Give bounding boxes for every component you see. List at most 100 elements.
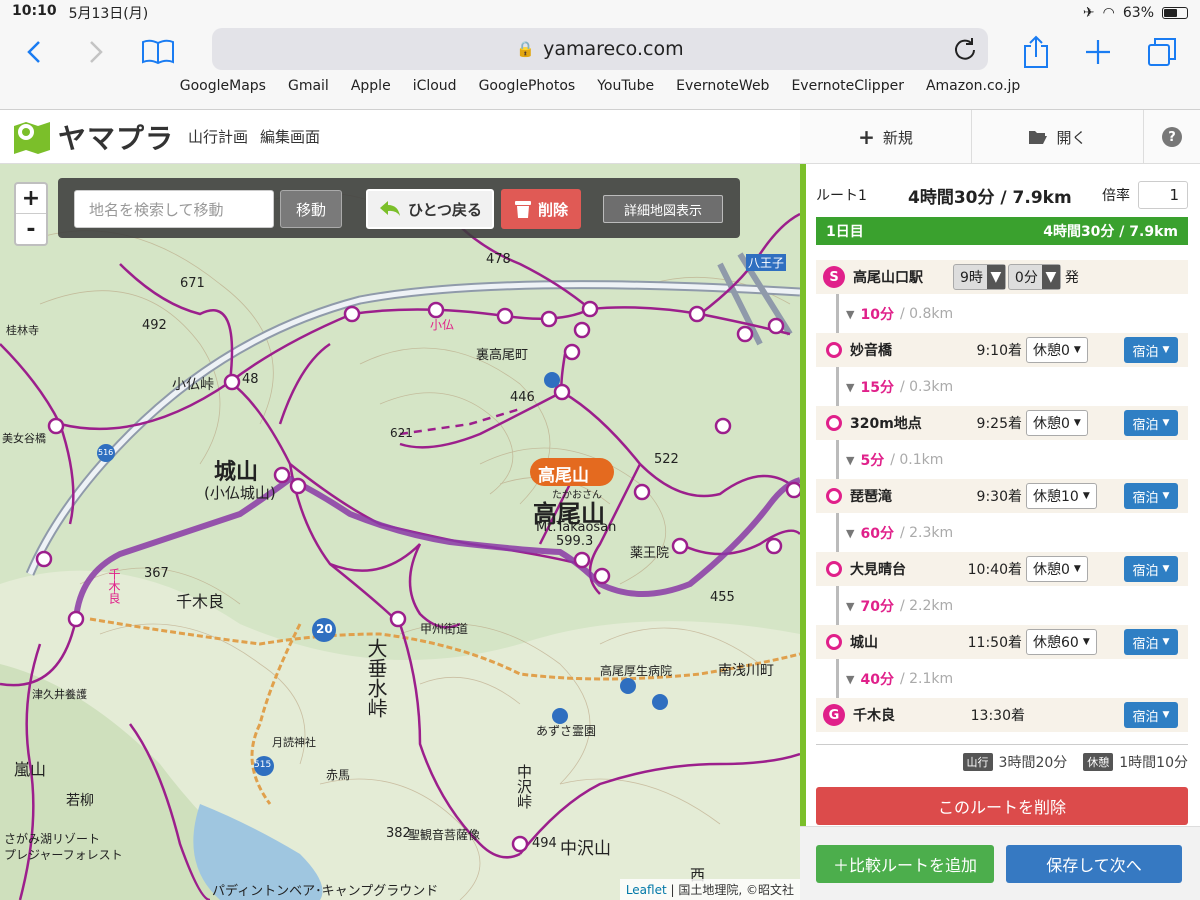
wifi-icon: ◠	[1102, 5, 1115, 21]
triangle-down-icon: ▼	[846, 599, 855, 613]
start-hour-select[interactable]: 9時 ▼	[953, 264, 1006, 290]
waypoint-name: 320m地点	[850, 416, 922, 432]
delete-label: 削除	[537, 200, 568, 219]
back-button[interactable]	[14, 34, 54, 70]
reload-icon[interactable]	[952, 36, 978, 62]
tabs-button[interactable]	[1142, 34, 1182, 70]
stay-label: 宿泊	[1132, 417, 1159, 433]
segment-distance: / 0.1km	[890, 452, 944, 468]
segment-duration: 70分	[860, 599, 894, 615]
stay-button[interactable]: 宿泊 ▼	[1124, 337, 1178, 363]
triangle-down-icon: ▼	[846, 453, 855, 467]
open-label: 開く	[1056, 128, 1087, 147]
caret-down-icon: ▼	[1082, 637, 1090, 647]
waypoint-time: 9:30着	[976, 489, 1022, 505]
share-button[interactable]	[1016, 34, 1056, 70]
map-view[interactable]: 高尾山 たかおさん 高尾山 Mt.Takaosan 599.3 城山 (小仏城山…	[0, 164, 800, 900]
waypoint-marker	[826, 561, 842, 577]
goal-time: 13:30着	[970, 708, 1025, 724]
segment-row: ▼ 70分 / 2.2km	[846, 596, 953, 616]
leaflet-link[interactable]: Leaflet	[626, 883, 667, 897]
bookmark-item[interactable]: Apple	[351, 78, 391, 104]
new-tab-button[interactable]	[1078, 34, 1118, 70]
bookmarks-button[interactable]	[138, 34, 178, 70]
undo-label: ひとつ戻る	[408, 200, 482, 219]
help-button[interactable]: ?	[1144, 110, 1200, 164]
bookmark-item[interactable]: EvernoteWeb	[676, 78, 769, 104]
route-summary: 山行 3時間20分 休憩 1時間10分	[816, 744, 1188, 772]
share-icon	[1024, 35, 1048, 68]
place-search-input[interactable]: 地名を検索して移動	[74, 190, 274, 228]
start-minute-select[interactable]: 0分 ▼	[1007, 264, 1061, 290]
delete-button[interactable]: 削除	[501, 189, 581, 229]
bookmark-item[interactable]: Amazon.co.jp	[926, 78, 1020, 104]
date: 5月13日(月)	[68, 6, 149, 22]
open-button[interactable]: 開く	[972, 110, 1144, 164]
url-text: yamareco.com	[543, 38, 684, 60]
stay-button[interactable]: 宿泊 ▼	[1124, 410, 1178, 436]
rest-select[interactable]: 休憩0 ▼	[1026, 337, 1088, 363]
rest-select[interactable]: 休憩10 ▼	[1026, 483, 1097, 509]
caret-down-icon: ▼	[1162, 710, 1170, 720]
hike-tag: 山行	[962, 752, 993, 771]
tabs-icon	[1148, 38, 1176, 66]
caret-down-icon: ▼	[1073, 418, 1081, 428]
hike-time: 3時間20分	[998, 754, 1068, 771]
move-button[interactable]: 移動	[280, 190, 342, 228]
triangle-down-icon: ▼	[846, 307, 855, 321]
waypoint-time: 9:10着	[976, 343, 1022, 359]
waypoint-row: 琵琶滝 9:30着 休憩10 ▼ 宿泊 ▼	[816, 479, 1188, 513]
stay-button[interactable]: 宿泊 ▼	[1124, 702, 1178, 728]
bookmark-item[interactable]: EvernoteClipper	[791, 78, 904, 104]
rest-value: 休憩10	[1033, 489, 1079, 505]
waypoint-marker	[826, 488, 842, 504]
save-next-button[interactable]: 保存して次へ	[1006, 845, 1182, 883]
topographic-map	[0, 164, 800, 900]
caret-down-icon: ▼	[1162, 418, 1170, 428]
caret-down-icon: ▼	[1162, 637, 1170, 647]
rate-input[interactable]: 1	[1138, 181, 1188, 209]
delete-route-button[interactable]: このルートを削除	[816, 787, 1188, 825]
stay-label: 宿泊	[1132, 709, 1159, 725]
forward-button[interactable]	[76, 34, 116, 70]
zoom-in-button[interactable]: +	[16, 184, 46, 214]
caret-down-icon: ▼	[1162, 345, 1170, 355]
rest-select[interactable]: 休憩0 ▼	[1026, 556, 1088, 582]
url-bar[interactable]: 🔒 yamareco.com	[212, 28, 988, 70]
new-button[interactable]: + 新規	[800, 110, 972, 164]
undo-button[interactable]: ひとつ戻る	[366, 189, 494, 229]
segment-distance: / 0.8km	[899, 306, 954, 322]
stay-label: 宿泊	[1132, 344, 1159, 360]
triangle-down-icon: ▼	[846, 672, 855, 686]
route-total: 4時間30分 / 7.9km	[908, 187, 1072, 208]
rest-select[interactable]: 休憩60 ▼	[1026, 629, 1097, 655]
bookmark-item[interactable]: GooglePhotos	[479, 78, 576, 104]
day-label: 1日目	[826, 224, 864, 240]
bookmark-item[interactable]: iCloud	[413, 78, 457, 104]
rest-value: 休憩0	[1033, 343, 1070, 359]
segment-row: ▼ 15分 / 0.3km	[846, 377, 953, 397]
day-header: 1日目 4時間30分 / 7.9km	[816, 217, 1188, 245]
stay-button[interactable]: 宿泊 ▼	[1124, 629, 1178, 655]
browser-toolbar: 🔒 yamareco.com GoogleMaps Gmail Apple iClou…	[0, 26, 1200, 110]
panel-footer: ＋比較ルートを追加 保存して次へ	[800, 826, 1200, 900]
menu-edit[interactable]: 編集画面	[260, 126, 320, 147]
chevron-left-icon	[27, 41, 40, 63]
add-compare-route-button[interactable]: ＋比較ルートを追加	[816, 845, 994, 883]
bookmark-item[interactable]: GoogleMaps	[180, 78, 266, 104]
map-toolbar: 地名を検索して移動 移動 ひとつ戻る 削除 詳細地図表示	[58, 178, 740, 238]
bookmark-item[interactable]: Gmail	[288, 78, 329, 104]
zoom-out-button[interactable]: -	[16, 214, 46, 244]
stay-label: 宿泊	[1132, 636, 1159, 652]
caret-down-icon: ▼	[1041, 265, 1060, 289]
bookmark-item[interactable]: YouTube	[597, 78, 654, 104]
detail-map-button[interactable]: 詳細地図表示	[603, 195, 723, 223]
start-badge: S	[823, 266, 845, 288]
route-panel: ルート1 4時間30分 / 7.9km 倍率 1 1日目 4時間30分 / 7.…	[800, 164, 1200, 900]
rest-select[interactable]: 休憩0 ▼	[1026, 410, 1088, 436]
yamapla-logo[interactable]: ヤマプラ	[12, 117, 174, 157]
stay-button[interactable]: 宿泊 ▼	[1124, 483, 1178, 509]
menu-plan[interactable]: 山行計画	[188, 126, 248, 147]
rest-value: 休憩0	[1033, 562, 1070, 578]
stay-button[interactable]: 宿泊 ▼	[1124, 556, 1178, 582]
